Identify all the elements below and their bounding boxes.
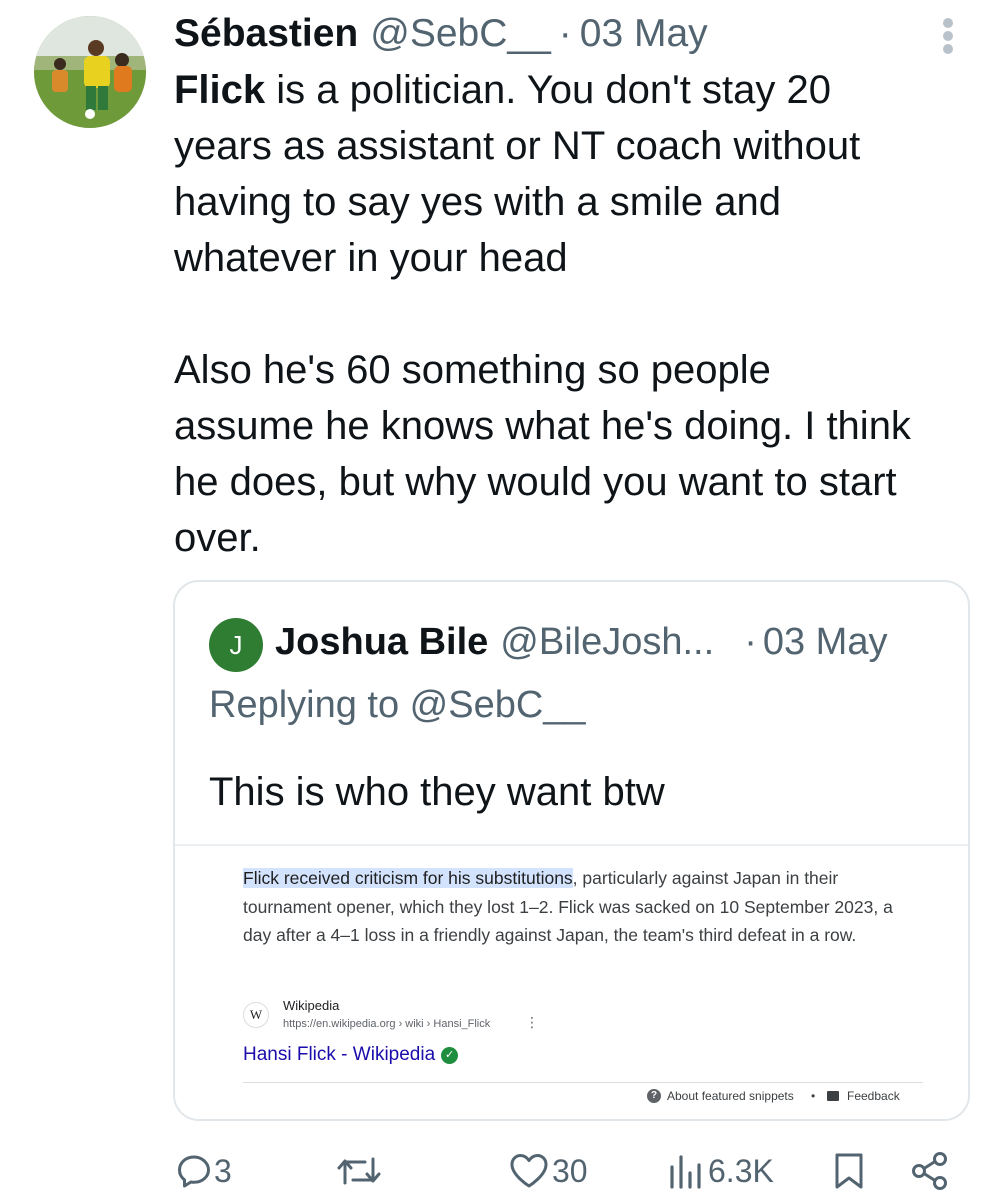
quote-text: This is who they want btw: [209, 770, 665, 814]
verified-check-icon: ✓: [441, 1046, 459, 1064]
tweet-header: Sébastien @SebC__ · 03 May: [174, 12, 708, 56]
help-icon: ?: [647, 1089, 661, 1103]
feedback-label: Feedback: [847, 1089, 900, 1103]
quote-replying-to: Replying to @SebC__: [209, 684, 586, 726]
snippet-highlight: Flick received criticism for his substit…: [243, 868, 573, 888]
author-handle[interactable]: @SebC__: [370, 12, 551, 56]
source-menu-icon: ⋮: [525, 1014, 539, 1030]
quote-media-screenshot[interactable]: Flick received criticism for his substit…: [175, 844, 968, 1119]
quote-avatar[interactable]: J: [209, 618, 263, 672]
heart-icon: [510, 1154, 548, 1188]
wikipedia-icon: W: [243, 1002, 269, 1028]
views-button[interactable]: 6.3K: [666, 1148, 774, 1194]
quote-author-name: Joshua Bile: [275, 621, 489, 663]
snippet-feedback: Feedback: [827, 1089, 900, 1103]
like-count: 30: [552, 1152, 588, 1189]
quoted-tweet[interactable]: J Joshua Bile @BileJosh... · 03 May Repl…: [173, 580, 970, 1121]
avatar-photo: [34, 16, 146, 128]
tweet-bold-lead[interactable]: Flick: [174, 68, 265, 112]
reply-button[interactable]: 3: [176, 1148, 232, 1194]
bookmark-icon: [835, 1153, 863, 1189]
tweet-text: Flick is a politician. You don't stay 20…: [174, 62, 974, 566]
snippet-footer: ? About featured snippets • Feedback: [243, 1082, 923, 1108]
quote-header-separator: ·: [744, 621, 757, 663]
about-label: About featured snippets: [667, 1089, 794, 1103]
header-separator: ·: [558, 12, 572, 55]
tweet-date[interactable]: 03 May: [580, 12, 708, 56]
snippet-source: W Wikipedia https://en.wikipedia.org › w…: [243, 994, 743, 1034]
snippet-link-title: Hansi Flick - Wikipedia: [243, 1044, 436, 1065]
snippet-source-url: https://en.wikipedia.org › wiki › Hansi_…: [283, 1018, 491, 1030]
quote-header: Joshua Bile @BileJosh... · 03 May: [275, 616, 887, 668]
repost-button[interactable]: [336, 1148, 384, 1194]
author-avatar[interactable]: [34, 16, 146, 128]
snippet-text: Flick received criticism for his substit…: [243, 864, 903, 950]
reply-icon: [178, 1155, 210, 1188]
about-featured-snippets: ? About featured snippets: [647, 1089, 794, 1103]
more-options-icon[interactable]: [936, 16, 960, 56]
view-count: 6.3K: [708, 1152, 774, 1189]
reply-count: 3: [214, 1152, 232, 1189]
repost-icon: [337, 1157, 381, 1185]
bookmark-button[interactable]: [832, 1148, 866, 1194]
share-button[interactable]: [910, 1148, 950, 1194]
quote-date: 03 May: [762, 621, 888, 663]
feedback-icon: [827, 1091, 839, 1101]
snippet-source-name: Wikipedia: [283, 998, 340, 1013]
author-name[interactable]: Sébastien: [174, 12, 358, 56]
tweet-body: is a politician. You don't stay 20 years…: [174, 68, 911, 560]
tweet-action-bar: 3 30 6.3K: [0, 1138, 1004, 1200]
bar-chart-icon: [670, 1155, 701, 1189]
footer-separator: •: [811, 1089, 816, 1103]
snippet-link: Hansi Flick - Wikipedia ✓: [243, 1044, 459, 1066]
quote-author-handle: @BileJosh...: [500, 621, 715, 663]
like-button[interactable]: 30: [508, 1148, 588, 1194]
share-icon: [912, 1152, 947, 1190]
